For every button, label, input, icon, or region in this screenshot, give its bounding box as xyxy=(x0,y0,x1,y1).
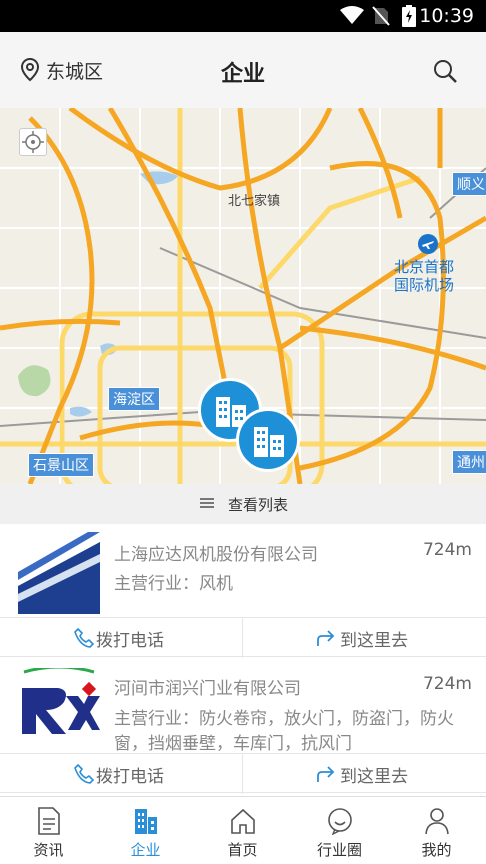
company-distance: 724m xyxy=(422,674,472,694)
battery-charging-icon xyxy=(402,5,416,27)
document-icon xyxy=(38,807,60,835)
tab-enterprise[interactable]: 企业 xyxy=(97,797,194,864)
view-list-label: 查看列表 xyxy=(228,496,289,514)
location-pin-icon[interactable] xyxy=(20,58,40,82)
company-industry: 主营行业：防火卷帘，放火门，防盗门，防火窗，挡烟垂壁，车库门，抗风门 xyxy=(114,709,454,754)
header: 东城区 企业 xyxy=(0,32,486,108)
view-list-button[interactable]: 查看列表 xyxy=(0,484,486,524)
call-button[interactable]: 拨打电话 xyxy=(96,626,164,651)
location-label[interactable]: 东城区 xyxy=(46,57,103,84)
airport-icon xyxy=(418,234,438,254)
airport-line2: 国际机场 xyxy=(394,276,455,294)
building-icon xyxy=(135,809,157,834)
actions-divider xyxy=(242,618,243,658)
map-label-airport: 北京首都 国际机场 xyxy=(394,258,454,294)
wifi-icon xyxy=(340,6,364,24)
map-label-beiqijia: 北七家镇 xyxy=(228,194,281,209)
map-label-shijingshan: 石景山区 xyxy=(28,453,94,477)
company-actions: 拨打电话 到这里去 xyxy=(0,753,486,794)
company-industry: 主营行业：风机 xyxy=(114,574,233,594)
actions-divider xyxy=(242,754,243,794)
tab-label: 行业圈 xyxy=(316,841,362,859)
chat-bubble-icon xyxy=(328,808,352,835)
person-icon xyxy=(425,808,449,835)
company-card[interactable]: 河间市润兴门业有限公司 724m 主营行业：防火卷帘，放火门，防盗门，防火窗，挡… xyxy=(0,658,486,794)
status-time: 10:39 xyxy=(419,5,474,27)
search-icon[interactable] xyxy=(432,58,458,84)
map-label-tongzhou: 通州 xyxy=(452,450,486,474)
menu-lines-icon xyxy=(200,498,214,508)
no-sim-icon xyxy=(372,6,390,26)
tab-industry-circle[interactable]: 行业圈 xyxy=(291,797,388,864)
home-icon xyxy=(231,808,255,834)
phone-icon xyxy=(74,628,94,648)
tab-mine[interactable]: 我的 xyxy=(388,797,485,864)
company-name[interactable]: 河间市润兴门业有限公司 xyxy=(114,674,301,699)
locate-button[interactable] xyxy=(19,128,47,156)
locate-crosshair-icon xyxy=(22,131,44,153)
map-view[interactable]: 北七家镇 北京首都 国际机场 海淀区 石景山区 顺义 通州 xyxy=(0,108,486,484)
phone-icon xyxy=(74,764,94,784)
company-name[interactable]: 上海应达风机股份有限公司 xyxy=(114,540,318,565)
building-icon xyxy=(254,427,284,457)
map-label-haidian: 海淀区 xyxy=(108,387,160,411)
map-marker-company[interactable] xyxy=(236,408,300,472)
route-arrow-icon xyxy=(317,630,335,646)
company-actions: 拨打电话 到这里去 xyxy=(0,617,486,658)
status-bar: 10:39 xyxy=(0,0,486,32)
company-logo xyxy=(18,532,100,614)
route-arrow-icon xyxy=(317,766,335,782)
tab-label: 资讯 xyxy=(33,841,64,859)
tab-label: 企业 xyxy=(130,841,161,859)
company-distance: 724m xyxy=(422,540,472,560)
call-button[interactable]: 拨打电话 xyxy=(96,762,164,787)
navigate-button[interactable]: 到这里去 xyxy=(340,762,408,787)
airport-line1: 北京首都 xyxy=(394,258,455,276)
tab-home[interactable]: 首页 xyxy=(194,797,291,864)
tab-news[interactable]: 资讯 xyxy=(0,797,97,864)
navigate-button[interactable]: 到这里去 xyxy=(340,626,408,651)
company-card[interactable]: 上海应达风机股份有限公司 724m 主营行业：风机 拨打电话 到这里去 xyxy=(0,524,486,658)
bottom-nav: 资讯 企业 首页 行业圈 我的 xyxy=(0,796,486,864)
tab-label: 首页 xyxy=(227,841,258,859)
tab-label: 我的 xyxy=(421,841,452,859)
company-logo xyxy=(18,668,100,750)
map-label-shunyi: 顺义 xyxy=(452,172,486,196)
